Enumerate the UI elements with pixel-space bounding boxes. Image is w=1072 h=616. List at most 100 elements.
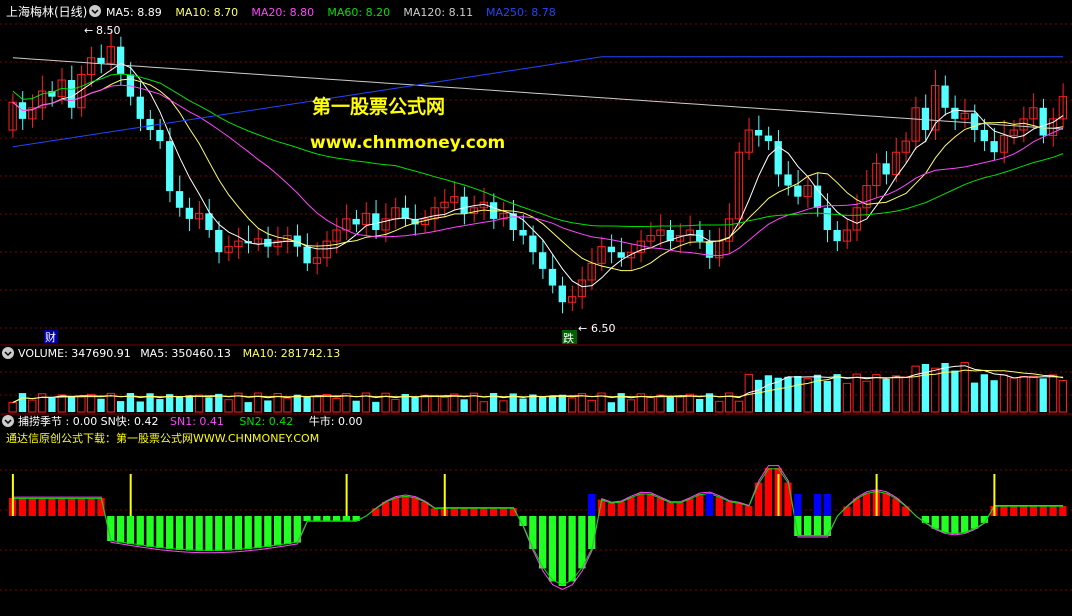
- candle-body: [764, 135, 773, 142]
- volume-bar: [970, 382, 979, 412]
- histogram-bar: [578, 516, 586, 569]
- volume-bar: [224, 399, 233, 413]
- volume-bar: [764, 375, 773, 412]
- volume-bar: [1019, 375, 1028, 413]
- histogram-bar: [735, 502, 743, 516]
- histogram-bar: [725, 501, 733, 516]
- histogram-bar: [274, 516, 282, 546]
- volume-bar: [685, 393, 695, 413]
- signal-bar: [823, 494, 831, 516]
- volume-bar: [185, 395, 193, 412]
- histogram-bar: [951, 516, 959, 534]
- low-price-arrow: ←: [578, 322, 587, 335]
- histogram-bar: [38, 498, 46, 516]
- histogram-bar: [332, 516, 341, 521]
- volume-bar: [303, 396, 311, 412]
- histogram-bar: [58, 498, 66, 516]
- candle-body: [166, 141, 174, 192]
- candle-body: [833, 230, 841, 242]
- histogram-bar: [126, 516, 135, 545]
- legend-item: MA10: 8.70: [175, 6, 238, 19]
- candle-body: [116, 46, 125, 75]
- volume-bar: [548, 396, 557, 412]
- histogram-bar: [696, 494, 704, 516]
- histogram-bar: [215, 516, 223, 551]
- histogram-bar: [185, 516, 193, 551]
- volume-bar: [921, 364, 930, 412]
- badge-die[interactable]: 跌: [563, 331, 574, 345]
- indicator-menu-icon[interactable]: [2, 415, 14, 427]
- candle-body: [372, 213, 380, 230]
- candle-body: [882, 163, 890, 175]
- candle-body: [941, 85, 949, 108]
- badge-cai[interactable]: 财: [45, 330, 56, 344]
- volume-bar: [499, 400, 508, 413]
- histogram-bar: [588, 516, 596, 549]
- candle-body: [784, 174, 792, 186]
- stock-chart[interactable]: 上海梅林(日线) MA5: 8.89 MA10: 8.70 MA20: 8.80 MA…: [0, 0, 1072, 616]
- legend-item: MA250: 8.78: [486, 6, 556, 19]
- candle-body: [67, 80, 76, 108]
- legend-item: SN2: 0.42: [239, 415, 293, 428]
- volume-bar: [430, 394, 439, 413]
- volume-bar: [911, 365, 920, 413]
- histogram-bar: [411, 497, 419, 516]
- volume-bar: [990, 380, 998, 412]
- volume-bar: [37, 393, 47, 413]
- high-price-arrow: ←: [84, 24, 93, 37]
- histogram-bar: [283, 516, 292, 545]
- volume-bar: [656, 394, 665, 413]
- volume-bar: [67, 395, 76, 412]
- volume-bar: [1058, 380, 1067, 413]
- volume-bar: [754, 379, 763, 412]
- candle-body: [352, 218, 360, 225]
- histogram-bar: [166, 516, 174, 550]
- volume-bar: [715, 400, 724, 413]
- volume-bar: [322, 394, 331, 413]
- histogram-bar: [813, 516, 822, 536]
- histogram-bar: [1010, 506, 1018, 516]
- histogram-bar: [921, 516, 930, 523]
- signal-bar: [705, 494, 714, 516]
- candle-body: [548, 268, 557, 286]
- histogram-bar: [391, 497, 400, 516]
- histogram-bar: [882, 492, 890, 516]
- volume-bar: [1039, 378, 1047, 412]
- indicator-legend: 捕捞季节 : 0.00 SN快: 0.42 SN1: 0.41 SN2: 0.42 牛市…: [18, 414, 363, 428]
- legend-item: MA120: 8.11: [403, 6, 473, 19]
- legend-item: MA60: 8.20: [327, 6, 390, 19]
- volume-legend: VOLUME: 347690.91 MA5: 350460.13 MA10: 281…: [18, 347, 340, 360]
- volume-menu-icon[interactable]: [2, 347, 14, 359]
- histogram-bar: [1049, 506, 1057, 516]
- volume-bar: [194, 394, 204, 413]
- volume-bar: [1048, 374, 1058, 413]
- legend-item: MA10: 281742.13: [243, 347, 341, 360]
- volume-bar: [842, 382, 852, 413]
- histogram-bar: [617, 501, 625, 516]
- volume-bar: [136, 401, 144, 412]
- volume-bar: [156, 399, 164, 412]
- volume-bar: [567, 397, 577, 413]
- histogram-bar: [175, 516, 184, 550]
- volume-ma-lines: [12, 365, 1064, 403]
- volume-bar: [28, 399, 37, 413]
- volume-bar: [293, 394, 301, 412]
- histogram-bar: [627, 497, 635, 516]
- histogram-bar: [637, 493, 645, 516]
- histogram-bar: [431, 508, 439, 516]
- histogram-bar: [136, 516, 144, 546]
- circle-chevron-down-icon[interactable]: [89, 5, 101, 17]
- histogram-bar: [264, 516, 272, 547]
- candle-body: [185, 207, 193, 219]
- histogram-bar: [323, 516, 331, 521]
- signal-bar: [813, 494, 822, 516]
- histogram-bar: [499, 508, 508, 516]
- candle-body: [951, 107, 959, 119]
- legend-item: 捕捞季节 : 0.00: [18, 414, 97, 428]
- candle-body: [823, 207, 831, 230]
- legend-item: MA20: 8.80: [251, 6, 314, 19]
- histogram-bar: [1019, 506, 1028, 516]
- candle-body: [558, 285, 566, 303]
- histogram-bar: [156, 516, 164, 549]
- histogram-bar: [67, 498, 76, 516]
